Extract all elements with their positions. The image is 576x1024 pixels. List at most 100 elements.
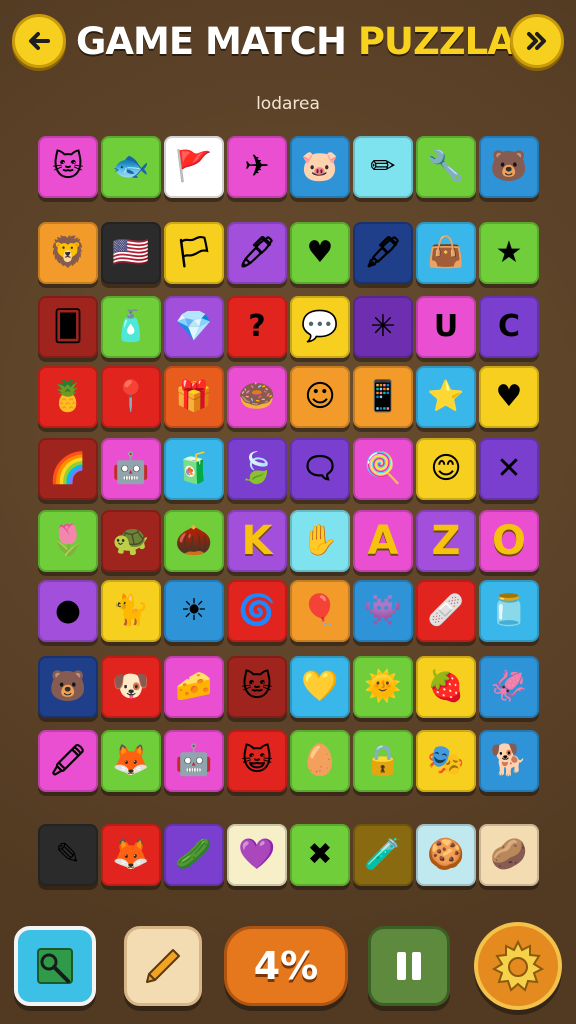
pause-button[interactable]	[368, 926, 450, 1006]
puzzle-tile[interactable]: 📱	[353, 366, 413, 428]
puzzle-tile[interactable]: 🌀	[227, 580, 287, 642]
pencil-button[interactable]	[124, 926, 202, 1006]
puzzle-tile[interactable]: 🐱	[227, 656, 287, 718]
puzzle-tile[interactable]: ✏	[353, 136, 413, 198]
card-icon: 🂠	[52, 309, 84, 344]
puzzle-tile[interactable]: O	[479, 510, 539, 572]
puzzle-tile[interactable]: ✎	[38, 824, 98, 886]
puzzle-tile[interactable]: 👾	[353, 580, 413, 642]
puzzle-tile[interactable]: ♥	[479, 366, 539, 428]
puzzle-tile[interactable]: ☺	[290, 366, 350, 428]
puzzle-tile[interactable]: 🐷	[290, 136, 350, 198]
puzzle-tile[interactable]: 🤖	[101, 438, 161, 500]
puzzle-tile[interactable]: 💎	[164, 296, 224, 358]
settings-button[interactable]	[474, 922, 562, 1010]
puzzle-tile[interactable]: 💬	[290, 296, 350, 358]
puzzle-tile[interactable]: 🎈	[290, 580, 350, 642]
puzzle-tile[interactable]: 🐕	[479, 730, 539, 792]
puzzle-tile[interactable]: 🐻	[479, 136, 539, 198]
puzzle-tile[interactable]: 🫙	[479, 580, 539, 642]
puzzle-tile[interactable]: 🍭	[353, 438, 413, 500]
puzzle-tile[interactable]: 🍪	[416, 824, 476, 886]
puzzle-tile[interactable]: ⭐	[416, 366, 476, 428]
puzzle-tile[interactable]: 🐟	[101, 136, 161, 198]
puzzle-tile[interactable]: ✈	[227, 136, 287, 198]
puzzle-tile[interactable]: C	[479, 296, 539, 358]
back-button[interactable]	[12, 14, 66, 68]
puzzle-tile[interactable]: 👜	[416, 222, 476, 284]
puzzle-tile[interactable]: 🏳	[164, 222, 224, 284]
puzzle-tile[interactable]: 🔧	[416, 136, 476, 198]
puzzle-tile[interactable]: 🖊	[227, 222, 287, 284]
puzzle-tile[interactable]: K	[227, 510, 287, 572]
puzzle-tile[interactable]: 🇺🇸	[101, 222, 161, 284]
hint-button[interactable]	[14, 926, 96, 1006]
puzzle-tile[interactable]: 🥒	[164, 824, 224, 886]
puzzle-tile[interactable]: 🐢	[101, 510, 161, 572]
puzzle-tile[interactable]: ★	[479, 222, 539, 284]
puzzle-tile[interactable]: ✳	[353, 296, 413, 358]
puzzle-tile[interactable]: 🐈	[101, 580, 161, 642]
cheese-icon: 🧀	[175, 669, 213, 704]
puzzle-tile[interactable]: 🐱	[38, 136, 98, 198]
puzzle-tile[interactable]: 😊	[416, 438, 476, 500]
puzzle-tile[interactable]: 🗨	[290, 438, 350, 500]
puzzle-tile[interactable]: ●	[38, 580, 98, 642]
puzzle-tile[interactable]: 🦑	[479, 656, 539, 718]
crayon-icon: 🖍	[48, 743, 88, 778]
puzzle-tile[interactable]: 🩹	[416, 580, 476, 642]
puzzle-tile[interactable]: 🧃	[164, 438, 224, 500]
puzzle-tile[interactable]: ♥	[290, 222, 350, 284]
puzzle-tile[interactable]: ?	[227, 296, 287, 358]
mask-icon: 🎭	[427, 743, 465, 778]
puzzle-tile[interactable]: 🐻	[38, 656, 98, 718]
puzzle-tile[interactable]: ☀	[164, 580, 224, 642]
puzzle-tile[interactable]: 🦁	[38, 222, 98, 284]
puzzle-tile[interactable]: 🖍	[38, 730, 98, 792]
puzzle-tile[interactable]: 📍	[101, 366, 161, 428]
puzzle-tile[interactable]: ✋	[290, 510, 350, 572]
puzzle-tile[interactable]: ✕	[479, 438, 539, 500]
puzzle-tile[interactable]: 🚩	[164, 136, 224, 198]
face-icon: ☺	[304, 379, 336, 414]
puzzle-tile[interactable]: 🌈	[38, 438, 98, 500]
puzzle-tile[interactable]: 🥔	[479, 824, 539, 886]
puzzle-tile[interactable]: 🎁	[164, 366, 224, 428]
sparkle-icon: ✳	[370, 309, 396, 344]
fox-head-icon: 🦊	[112, 837, 150, 872]
puzzle-tile[interactable]: 🌰	[164, 510, 224, 572]
gear-icon	[491, 939, 545, 992]
puzzle-tile[interactable]: 🎭	[416, 730, 476, 792]
wrench-icon: 🔧	[427, 149, 465, 184]
puzzle-tile[interactable]: Z	[416, 510, 476, 572]
puzzle-tile[interactable]: 🥚	[290, 730, 350, 792]
puzzle-tile[interactable]: 😺	[227, 730, 287, 792]
puzzle-tile[interactable]: 🧴	[101, 296, 161, 358]
puzzle-tile[interactable]: 🖋	[353, 222, 413, 284]
puzzle-tile[interactable]: 🤖	[164, 730, 224, 792]
puzzle-tile[interactable]: 🦊	[101, 730, 161, 792]
puzzle-tile[interactable]: 🌞	[353, 656, 413, 718]
puzzle-tile[interactable]: 🍓	[416, 656, 476, 718]
puzzle-tile[interactable]: A	[353, 510, 413, 572]
puzzle-tile[interactable]: 🂠	[38, 296, 98, 358]
progress-button[interactable]: 4%	[224, 926, 348, 1006]
puzzle-tile[interactable]: 🧀	[164, 656, 224, 718]
puzzle-tile[interactable]: 💛	[290, 656, 350, 718]
puzzle-tile[interactable]: 🍍	[38, 366, 98, 428]
puzzle-tile[interactable]: 🍃	[227, 438, 287, 500]
balloon-icon: 🎈	[301, 593, 339, 628]
puzzle-tile[interactable]: 🔒	[353, 730, 413, 792]
puzzle-tile[interactable]: 🧪	[353, 824, 413, 886]
puzzle-tile[interactable]: 💜	[227, 824, 287, 886]
puzzle-tile[interactable]: 🌷	[38, 510, 98, 572]
puzzle-tile[interactable]: ✖	[290, 824, 350, 886]
next-button[interactable]	[510, 14, 564, 68]
puzzle-tile[interactable]: 🦊	[101, 824, 161, 886]
skip-forward-icon	[527, 32, 546, 50]
star-figure-icon: ★	[495, 235, 523, 270]
puzzle-tile[interactable]: 🐶	[101, 656, 161, 718]
puzzle-tile[interactable]: 🍩	[227, 366, 287, 428]
letter-k-icon: K	[241, 518, 273, 564]
puzzle-tile[interactable]: U	[416, 296, 476, 358]
